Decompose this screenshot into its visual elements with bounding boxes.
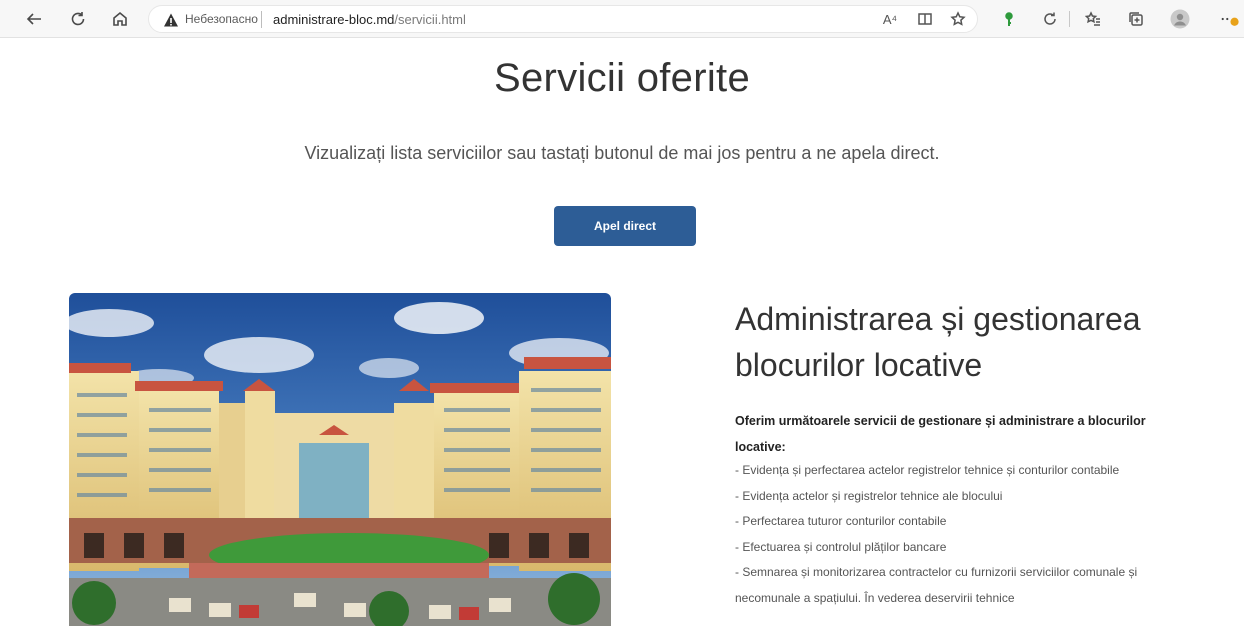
insecure-label[interactable]: Небезопасно — [185, 12, 258, 26]
back-icon[interactable] — [22, 7, 46, 31]
read-aloud-label: A⁴ — [882, 11, 898, 27]
page-subtitle: Vizualizați lista serviciilor sau tastaț… — [304, 143, 940, 163]
url-host: administrare-bloc.md — [273, 12, 395, 27]
browser-toolbar: Небезопасно administrare-bloc.md/servici… — [0, 0, 1244, 38]
section-title: Administrarea și gestionarea blocurilor … — [735, 296, 1205, 388]
section-title-line-2: blocurilor locative — [735, 347, 983, 383]
profile-icon[interactable] — [1170, 9, 1190, 29]
collections-icon[interactable] — [1126, 9, 1146, 29]
home-icon[interactable] — [108, 7, 132, 31]
list-item: - Semnarea și monitorizarea contractelor… — [735, 565, 1138, 605]
url-text[interactable]: administrare-bloc.md/servicii.html — [273, 12, 466, 27]
apartment-buildings-image — [69, 293, 611, 626]
page-title: Servicii oferite — [494, 56, 750, 100]
list-item: - Efectuarea și controlul plăților banca… — [735, 539, 947, 554]
section-title-line-1: Administrarea și gestionarea — [735, 301, 1141, 337]
address-separator — [261, 11, 262, 28]
refresh-extension-icon[interactable] — [1040, 9, 1060, 29]
list-item: - Evidența actelor și registrelor tehnic… — [735, 488, 1003, 503]
more-icon[interactable] — [1220, 9, 1240, 29]
list-item: - Perfectarea tuturor conturilor contabi… — [735, 514, 947, 528]
immersive-reader-icon[interactable] — [915, 9, 935, 29]
warning-icon[interactable] — [163, 12, 179, 28]
favorites-icon[interactable] — [1083, 9, 1103, 29]
call-direct-button[interactable]: Apel direct — [554, 206, 696, 246]
services-list: - Evidența și perfectarea actelor regist… — [735, 458, 1175, 611]
url-path: /servicii.html — [394, 12, 466, 27]
services-intro: Oferim următoarele servicii de gestionar… — [735, 414, 1146, 454]
refresh-icon[interactable] — [66, 7, 90, 31]
address-bar[interactable]: Небезопасно administrare-bloc.md/servici… — [148, 5, 978, 33]
extension-key-icon[interactable] — [999, 9, 1019, 29]
read-aloud-icon[interactable]: A⁴ — [880, 9, 900, 29]
list-item: - Evidența și perfectarea actelor regist… — [735, 463, 1120, 477]
toolbar-separator — [1069, 11, 1070, 27]
add-favorite-icon[interactable] — [948, 9, 968, 29]
